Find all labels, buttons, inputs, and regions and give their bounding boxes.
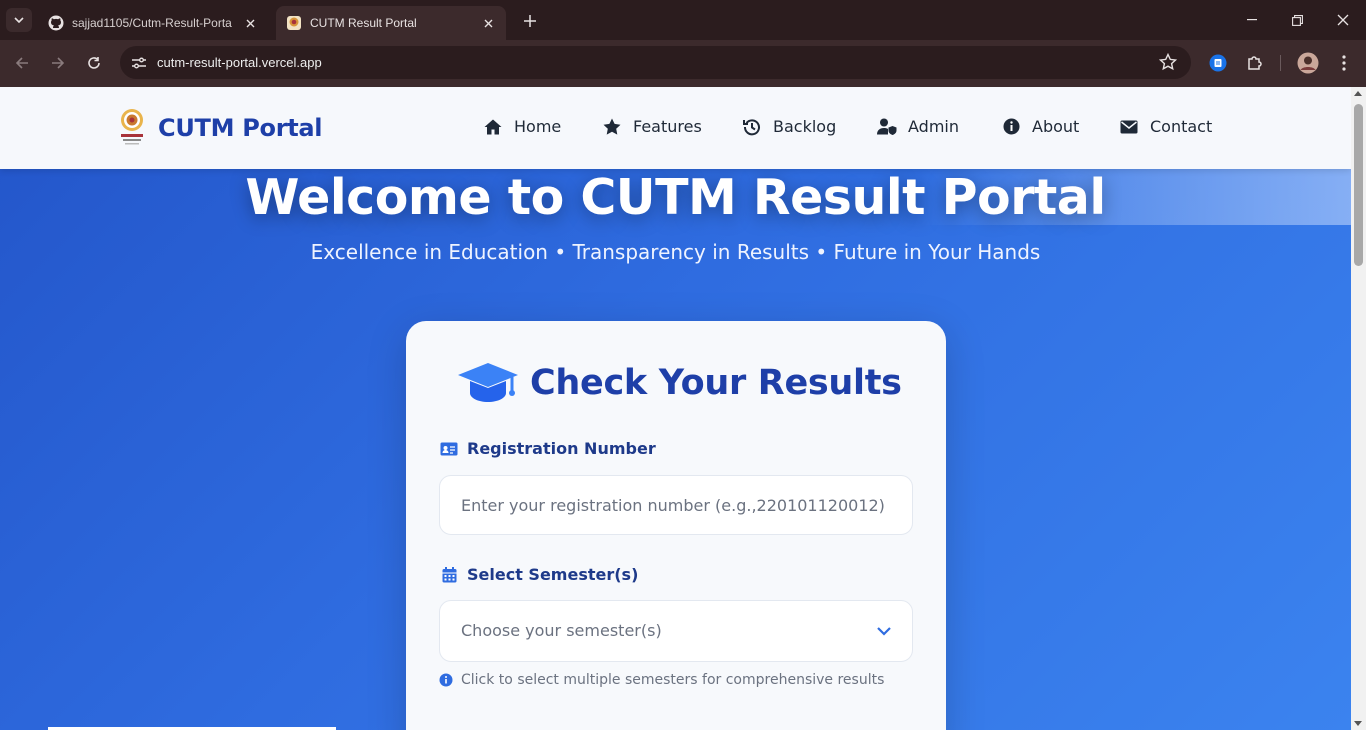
url-text: cutm-result-portal.vercel.app: [157, 55, 322, 70]
nav-link-backlog[interactable]: Backlog: [742, 117, 836, 136]
result-form-card: Check Your Results Registration Number S…: [406, 321, 946, 730]
envelope-icon: [1119, 118, 1139, 136]
nav-link-label: Contact: [1150, 117, 1213, 136]
nav-link-features[interactable]: Features: [602, 117, 702, 136]
close-tab-button[interactable]: [480, 15, 496, 31]
page-scrollbar[interactable]: [1351, 87, 1366, 730]
nav-link-about[interactable]: About: [1001, 117, 1079, 136]
semester-label-text: Select Semester(s): [467, 565, 639, 584]
graduation-cap-icon: [458, 363, 518, 402]
arrow-right-icon: [52, 57, 65, 69]
tune-icon: [132, 57, 146, 69]
nav-link-home[interactable]: Home: [483, 117, 561, 136]
github-icon: [48, 15, 64, 31]
scroll-down-arrow[interactable]: [1354, 721, 1362, 726]
plus-icon: [524, 15, 536, 27]
browser-tab-bar: sajjad1105/Cutm-Result-Portal CUTM Resul…: [0, 0, 1366, 40]
semester-hint-text: Click to select multiple semesters for c…: [461, 672, 885, 688]
calendar-icon: [439, 566, 459, 584]
cutm-logo-icon[interactable]: [118, 107, 146, 147]
registration-label: Registration Number: [439, 439, 656, 458]
semester-select-placeholder: Choose your semester(s): [461, 621, 662, 640]
card-header: Check Your Results: [458, 361, 902, 405]
close-icon: [246, 19, 254, 27]
new-tab-button[interactable]: [518, 10, 542, 32]
page-viewport: Welcome to CUTM Result Portal Excellence…: [0, 87, 1351, 730]
close-tab-button[interactable]: [242, 15, 258, 31]
tab-search-button[interactable]: [6, 8, 32, 32]
info-circle-icon: [439, 673, 453, 687]
star-icon: [602, 118, 622, 136]
registration-number-input[interactable]: [439, 475, 913, 535]
nav-link-label: Features: [633, 117, 702, 136]
info-circle-icon: [1001, 118, 1021, 136]
extensions-menu-button[interactable]: [1244, 52, 1266, 74]
close-icon: [484, 19, 492, 27]
restore-icon: [1291, 14, 1303, 26]
close-window-button[interactable]: [1333, 10, 1353, 30]
forward-button[interactable]: [47, 52, 69, 74]
back-button[interactable]: [11, 52, 33, 74]
reload-button[interactable]: [83, 52, 105, 74]
registration-label-text: Registration Number: [467, 439, 656, 458]
address-bar[interactable]: cutm-result-portal.vercel.app: [120, 46, 1191, 79]
minimize-button[interactable]: [1242, 10, 1262, 30]
more-vert-icon: [1342, 55, 1346, 71]
history-icon: [742, 118, 762, 136]
nav-link-admin[interactable]: Admin: [877, 117, 959, 136]
scrollbar-thumb[interactable]: [1354, 104, 1363, 266]
tab-title: CUTM Result Portal: [310, 16, 417, 30]
minimize-icon: [1247, 19, 1257, 21]
chevron-down-icon: [14, 17, 24, 23]
reload-icon: [88, 57, 100, 69]
tab-title: sajjad1105/Cutm-Result-Portal: [72, 16, 232, 30]
home-icon: [483, 118, 503, 136]
hero-subtitle: Excellence in Education • Transparency i…: [310, 240, 1041, 264]
semester-hint: Click to select multiple semesters for c…: [439, 672, 884, 688]
id-card-icon: [439, 440, 459, 458]
browser-tab-github[interactable]: sajjad1105/Cutm-Result-Portal: [38, 6, 268, 40]
avatar-icon: [1297, 52, 1319, 74]
arrow-left-icon: [15, 57, 28, 69]
site-info-button[interactable]: [128, 52, 150, 74]
nav-link-label: Admin: [908, 117, 959, 136]
browser-tab-cutm[interactable]: CUTM Result Portal: [276, 6, 506, 40]
nav-link-label: Backlog: [773, 117, 837, 136]
close-icon: [1337, 14, 1349, 26]
cutm-favicon-icon: [287, 16, 301, 30]
semester-label: Select Semester(s): [439, 565, 638, 584]
restore-button[interactable]: [1287, 10, 1307, 30]
profile-button[interactable]: [1297, 52, 1319, 74]
nav-link-contact[interactable]: Contact: [1119, 117, 1212, 136]
nav-link-label: About: [1032, 117, 1080, 136]
browser-toolbar: cutm-result-portal.vercel.app: [0, 40, 1366, 87]
bookmark-star-icon[interactable]: [1159, 53, 1177, 71]
site-navbar: CUTM Portal Home Features Backlog Admin: [0, 87, 1351, 169]
scroll-up-arrow[interactable]: [1354, 91, 1362, 96]
chevron-down-icon: [877, 627, 891, 636]
brand-name[interactable]: CUTM Portal: [158, 114, 323, 142]
hero-title: Welcome to CUTM Result Portal: [245, 169, 1106, 226]
semester-select[interactable]: Choose your semester(s): [439, 600, 913, 662]
browser-menu-button[interactable]: [1333, 52, 1355, 74]
extension-button[interactable]: [1207, 52, 1229, 74]
toolbar-divider: [1280, 55, 1281, 71]
nav-link-label: Home: [514, 117, 562, 136]
puzzle-icon: [1248, 56, 1262, 70]
user-shield-icon: [877, 118, 897, 136]
extension-badge-icon: [1209, 54, 1227, 72]
card-title: Check Your Results: [530, 363, 902, 403]
